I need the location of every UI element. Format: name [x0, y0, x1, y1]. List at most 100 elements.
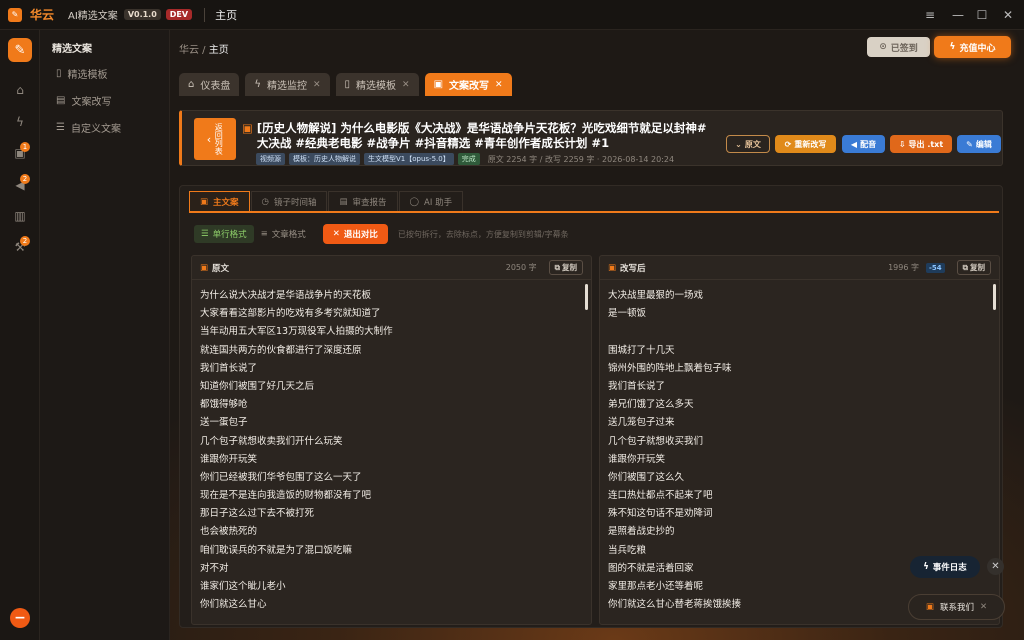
- tab-main-copy[interactable]: ▣ 主文案: [189, 191, 250, 211]
- copy-button[interactable]: ⧉ 复制: [956, 260, 991, 275]
- button-label: 配音: [860, 139, 877, 149]
- contact-us-button[interactable]: ▣ 联系我们 ✕: [908, 594, 1005, 620]
- edit-button[interactable]: ✎ 编辑: [957, 135, 1001, 153]
- scrollbar[interactable]: [585, 284, 588, 310]
- copy-icon: ⧉: [554, 262, 560, 272]
- breadcrumb: 华云 / 主页: [179, 45, 229, 56]
- document-title: ▣ [历史人物解说] 为什么电影版《大决战》是华语战争片天花板？光吃戏细节就足以封…: [242, 121, 718, 151]
- copy-label: 复制: [562, 263, 577, 272]
- sidebar: 精选文案 ▯ 精选模板 ▤ 文案改写 ☰ 自定义文案: [40, 30, 170, 640]
- text-line: 大决战里最狠的一场戏: [608, 290, 704, 301]
- sidebar-item-label: 自定义文案: [70, 124, 121, 135]
- bolt-icon: ϟ: [949, 42, 956, 52]
- tab-rewrite[interactable]: ▣ 文案改写 ✕: [424, 73, 512, 96]
- text-line: 你们就这么甘心: [200, 599, 267, 611]
- word-count: 2050 字: [505, 263, 537, 272]
- tab-timeline[interactable]: ◷ 镜子时间轴: [250, 191, 328, 211]
- contact-label: 联系我们: [939, 603, 974, 613]
- chat-icon: ▣: [925, 602, 934, 612]
- brand-name: 华云: [30, 8, 55, 22]
- bolt-icon: ϟ: [254, 79, 261, 90]
- text-line: 为什么说大决战才是华语战争片的天花板: [200, 290, 372, 301]
- panel-tabs: ▣ 主文案 ◷ 镜子时间轴 ▤ 审查报告 ◯ AI 助手: [189, 191, 999, 213]
- maximize-icon[interactable]: ☐: [968, 0, 996, 30]
- env-badge: DEV: [165, 9, 193, 20]
- chart-icon[interactable]: ▥: [12, 208, 28, 224]
- recharge-button[interactable]: ϟ 充值中心: [934, 36, 1011, 58]
- close-icon[interactable]: ✕: [980, 602, 987, 612]
- tab-label: 主文案: [213, 197, 239, 208]
- status-badge: 完成: [457, 153, 480, 165]
- original-column: ▣ 原文 2050 字 ⧉ 复制 为什么说大决战才是华语战争片的天花板 大家看看这部…: [191, 255, 592, 625]
- sidebar-item-rewrite[interactable]: ▤ 文案改写: [56, 93, 111, 108]
- close-icon: ✕: [332, 229, 340, 239]
- close-tab-icon[interactable]: ✕: [402, 80, 410, 90]
- event-log-button[interactable]: ϟ 事件日志: [910, 556, 980, 578]
- export-button[interactable]: ⇩ 导出 .txt: [890, 135, 952, 153]
- title-text: [历史人物解说] 为什么电影版《大决战》是华语战争片天花板？光吃戏细节就足以封神…: [256, 121, 707, 150]
- text-line: 送几笼包子过来: [608, 417, 675, 429]
- doc-edit-icon: ▣: [433, 79, 444, 90]
- tab-ai-assistant[interactable]: ◯ AI 助手: [398, 191, 464, 211]
- close-event-log-icon[interactable]: ✕: [987, 558, 1004, 575]
- app-logo-icon: ✎: [8, 7, 22, 22]
- title-divider: [204, 7, 206, 22]
- text-line: 那日子这么过下去不被打死: [200, 508, 315, 520]
- signed-in-button[interactable]: ⊙ 已签到: [867, 37, 930, 57]
- diff-badge: -54: [925, 262, 945, 273]
- tab-label: 文案改写: [449, 81, 490, 92]
- chevron-down-icon: ⌄: [735, 139, 742, 149]
- sidebar-item-custom[interactable]: ☰ 自定义文案: [56, 120, 121, 135]
- tab-review[interactable]: ▤ 审查报告: [328, 191, 398, 211]
- home-icon: ⌂: [188, 79, 195, 90]
- column-title: 原文: [212, 263, 230, 274]
- close-tab-icon[interactable]: ✕: [495, 80, 503, 90]
- doc-icon: ▤: [339, 196, 348, 207]
- column-title: 改写后: [620, 263, 646, 274]
- text-line: 几个包子就想收卖我们开什么玩笑: [200, 435, 343, 447]
- dub-button[interactable]: ◀ 配音: [842, 135, 885, 153]
- close-window-icon[interactable]: ✕: [994, 0, 1022, 30]
- tab-dashboard[interactable]: ⌂ 仪表盘: [179, 73, 240, 96]
- home-icon[interactable]: ⌂: [12, 82, 28, 98]
- icon-rail: ✎ ⌂ ϟ ▣ 1 ◀ 2 ▥ ⚒ 2 −: [0, 30, 40, 640]
- title-home[interactable]: 主页: [215, 7, 237, 23]
- original-lines: 为什么说大决战才是华语战争片的天花板 大家看看这部影片的吃戏有多考究就知道了 当年动…: [192, 280, 591, 614]
- collapse-icon[interactable]: −: [10, 608, 30, 628]
- text-line: 谁跟你开玩笑: [200, 453, 258, 465]
- document-header: ‹ 返回列表 ▣ [历史人物解说] 为什么电影版《大决战》是华语战争片天花板？光吃戏…: [179, 110, 1003, 166]
- button-label: 重新改写: [794, 139, 827, 149]
- check-circle-icon: ⊙: [879, 42, 887, 52]
- content-panel: ▣ 主文案 ◷ 镜子时间轴 ▤ 审查报告 ◯ AI 助手 ☰ 单行格式 ≡ 文章格式 ✕ 退出…: [179, 185, 1003, 628]
- close-tab-icon[interactable]: ✕: [313, 80, 321, 90]
- tab-templates[interactable]: ▯ 精选模板 ✕: [335, 73, 419, 96]
- single-line-format-button[interactable]: ☰ 单行格式: [194, 225, 254, 243]
- exit-compare-button[interactable]: ✕ 退出对比: [322, 224, 388, 244]
- signed-label: 已签到: [890, 43, 918, 54]
- original-button[interactable]: ⌄ 原文: [726, 135, 770, 153]
- copy-button[interactable]: ⧉ 复制: [548, 260, 583, 275]
- text-line: 知道你们被围了好几天之后: [200, 380, 315, 392]
- badge: 2: [20, 236, 30, 246]
- text-line: 当年动用五大军区13万现役军人拍摄的大制作: [200, 326, 393, 338]
- bolt-icon[interactable]: ϟ: [12, 114, 28, 130]
- menu-icon[interactable]: ≡: [916, 0, 944, 30]
- event-log-label: 事件日志: [932, 563, 967, 573]
- text-line: [608, 323, 999, 341]
- text-line: 锦州外围的阵地上飘着包子味: [608, 362, 732, 374]
- sidebar-item-templates[interactable]: ▯ 精选模板: [56, 66, 108, 81]
- tab-monitor[interactable]: ϟ 精选监控 ✕: [245, 73, 330, 96]
- copy-label: 复制: [970, 263, 985, 272]
- regenerate-button[interactable]: ⟳ 重新改写: [775, 135, 836, 153]
- document-info: 原文 2254 字 / 改写 2259 字 · 2026-08-14 20:24: [487, 154, 675, 164]
- button-label: 导出 .txt: [908, 139, 944, 149]
- app-home-icon[interactable]: ✎: [8, 38, 32, 62]
- main-area: 华云 / 主页 ⊙ 已签到 ϟ 充值中心 ⌂ 仪表盘 ϟ 精选监控 ✕ ▯ 精选模板 ✕ ▣ 文…: [170, 30, 1024, 640]
- breadcrumb-root[interactable]: 华云: [179, 45, 199, 56]
- pencil-icon: ✎: [966, 139, 973, 149]
- back-to-list-button[interactable]: ‹ 返回列表: [194, 118, 236, 160]
- article-format-button[interactable]: ≡ 文章格式: [254, 225, 313, 243]
- badge: 1: [20, 142, 30, 152]
- bookmark-icon: ▯: [56, 68, 62, 79]
- scrollbar[interactable]: [993, 284, 996, 310]
